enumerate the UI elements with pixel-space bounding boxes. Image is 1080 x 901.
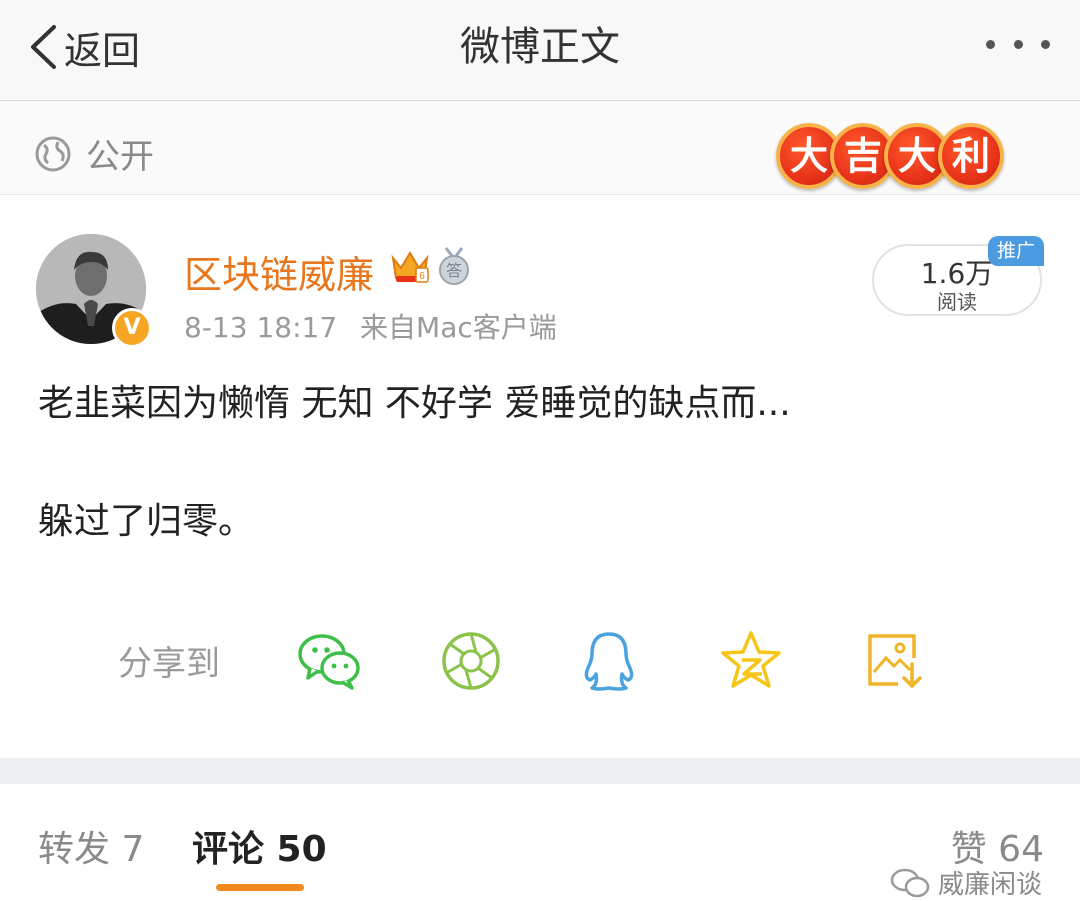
wechat-icon[interactable] — [296, 628, 362, 694]
tab-reposts[interactable]: 转发 7 — [38, 820, 144, 872]
wechat-watermark-icon — [890, 868, 930, 897]
watermark-text: 威廉闲谈 — [938, 870, 1043, 900]
read-label: 阅读 — [937, 290, 977, 314]
medal-text: 答 — [446, 261, 462, 280]
visibility-indicator[interactable]: 公开 — [34, 129, 154, 178]
lucky-char: 利 — [938, 123, 1004, 189]
visibility-bar: 公开 大 吉 大 利 — [0, 101, 1080, 195]
username[interactable]: 区块链威廉 — [184, 244, 374, 299]
globe-icon — [35, 136, 71, 171]
moments-icon[interactable] — [438, 628, 504, 694]
more-dot-icon — [986, 39, 995, 49]
promo-badge[interactable]: 推广 — [988, 236, 1044, 266]
watermark: 威廉闲谈 — [890, 864, 1042, 901]
post-text-line: 老韭菜因为懒惰 无知 不好学 爱睡觉的缺点而... — [38, 383, 791, 424]
vip-crown-icon[interactable]: 6 — [390, 248, 430, 284]
post-source: 来自Mac客户端 — [360, 311, 557, 344]
more-dot-icon — [1041, 39, 1050, 49]
more-options-button[interactable] — [986, 28, 1050, 60]
visibility-label: 公开 — [86, 137, 154, 177]
lucky-banner[interactable]: 大 吉 大 利 — [776, 123, 1006, 193]
share-label: 分享到 — [118, 644, 220, 684]
post-text-line: 躲过了归零。 — [38, 501, 255, 542]
save-image-icon[interactable] — [862, 628, 928, 694]
more-dot-icon — [1013, 39, 1023, 49]
page-title: 微博正文 — [460, 24, 620, 70]
verified-badge: V — [112, 308, 152, 348]
share-row: 分享到 — [0, 616, 1080, 706]
post-meta: 8-13 18:17 来自Mac客户端 — [184, 306, 557, 346]
post-time: 8-13 18:17 — [184, 311, 338, 344]
interaction-tabs: 转发 7 评论 50 赞 64 威廉闲谈 — [0, 784, 1080, 901]
svg-text:6: 6 — [419, 271, 425, 282]
qq-icon[interactable] — [576, 628, 642, 694]
navigation-bar: 返回 微博正文 — [0, 0, 1080, 101]
tab-comments[interactable]: 评论 50 — [192, 820, 327, 872]
post-card: V 区块链威廉 6 答 8-13 18:17 来自Mac客户端 1.6万 阅读 … — [0, 196, 1080, 758]
section-divider — [0, 758, 1080, 784]
qzone-icon[interactable] — [718, 628, 784, 694]
medal-icon[interactable]: 答 — [436, 246, 472, 286]
active-tab-indicator — [216, 884, 304, 891]
